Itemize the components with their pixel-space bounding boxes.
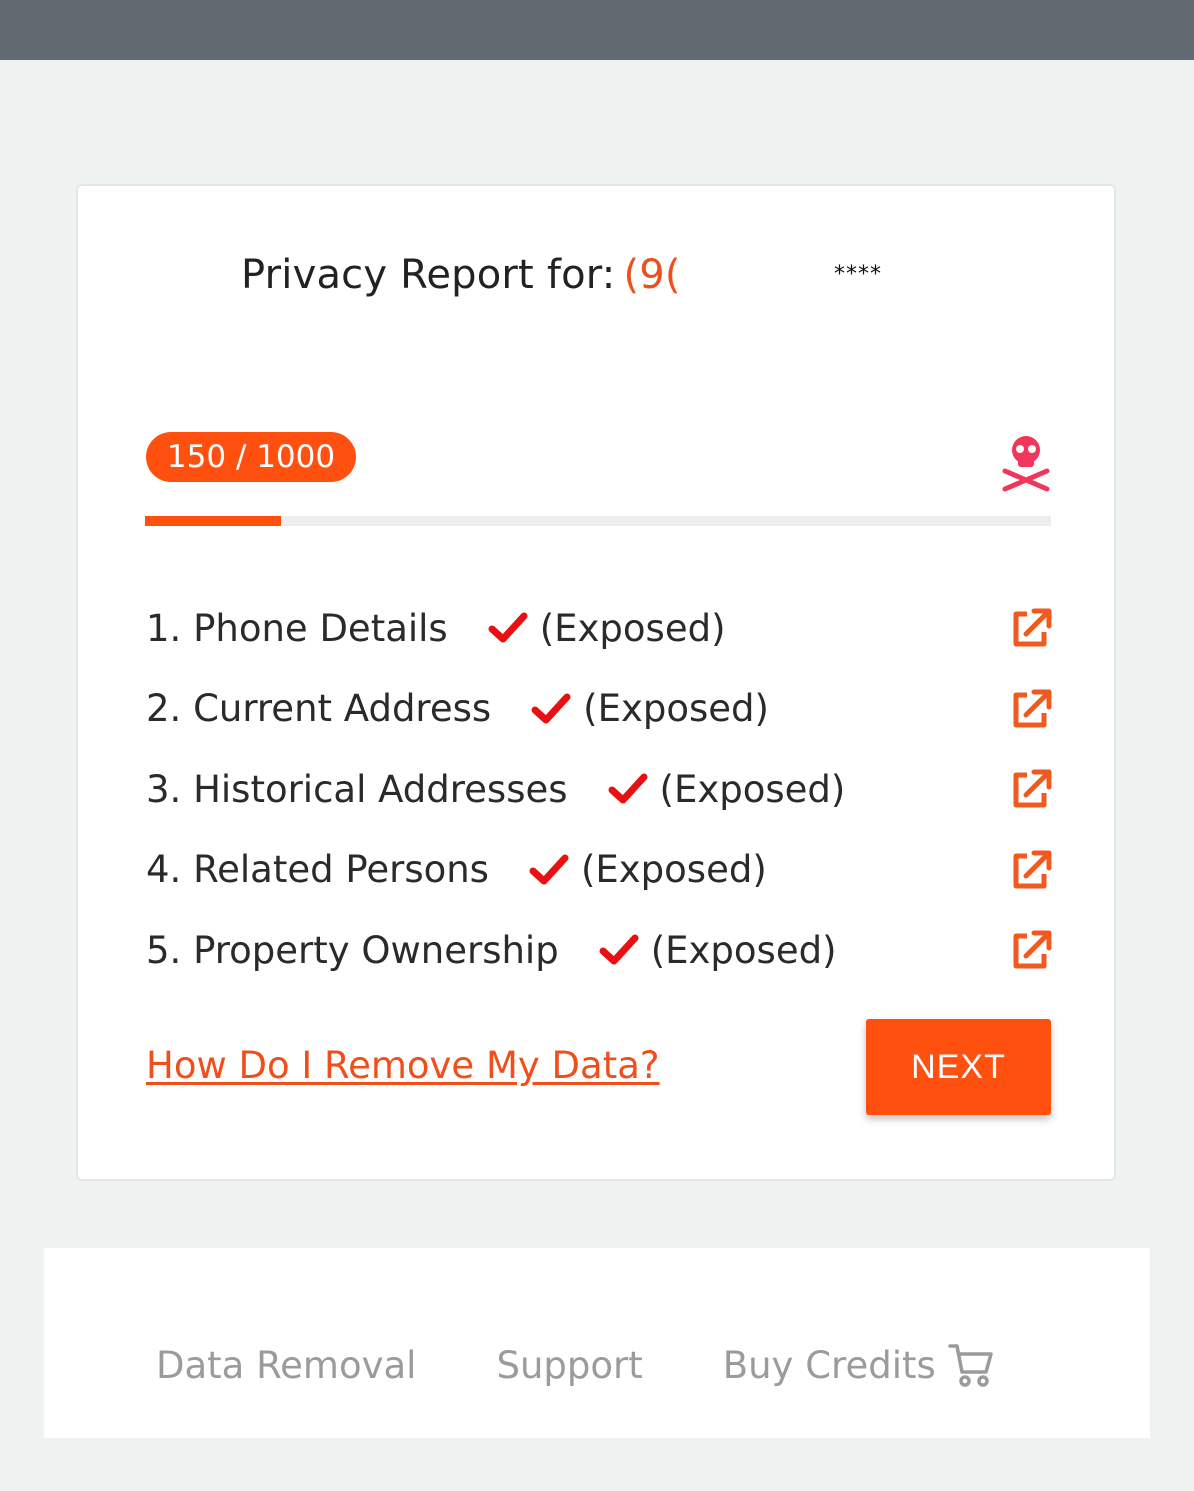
- list-item-phone-details: 1. Phone Details (Exposed): [146, 588, 1052, 669]
- skull-crossbones-icon: [1002, 436, 1050, 492]
- item-label: 4. Related Persons: [146, 848, 489, 892]
- item-status: (Exposed): [539, 606, 726, 650]
- footer: Data Removal Support Buy Credits: [44, 1248, 1150, 1438]
- remove-data-link[interactable]: How Do I Remove My Data?: [146, 1044, 660, 1087]
- item-label: 3. Historical Addresses: [146, 767, 568, 811]
- list-item-related-persons: 4. Related Persons (Exposed): [146, 830, 1052, 911]
- external-link-icon[interactable]: [1010, 848, 1052, 892]
- item-label: 1. Phone Details: [146, 606, 448, 650]
- external-link-icon[interactable]: [1010, 767, 1052, 811]
- checkmark-icon: [531, 693, 571, 724]
- checkmark-icon: [529, 854, 569, 885]
- risk-progress-bar: [145, 516, 1051, 526]
- checkmark-icon: [599, 934, 639, 965]
- external-link-icon[interactable]: [1010, 928, 1052, 972]
- risk-score-badge: 150 / 1000: [146, 432, 356, 482]
- top-bar: [0, 0, 1194, 60]
- page-title: Privacy Report for: (9(: [241, 252, 681, 298]
- list-item-property-ownership: 5. Property Ownership (Exposed): [146, 910, 1052, 991]
- external-link-icon[interactable]: [1010, 687, 1052, 731]
- masked-digits: ****: [834, 262, 882, 287]
- item-status: (Exposed): [650, 928, 837, 972]
- item-status: (Exposed): [580, 848, 767, 892]
- footer-link-support[interactable]: Support: [496, 1344, 642, 1387]
- item-label: 5. Property Ownership: [146, 928, 559, 972]
- next-button[interactable]: NEXT: [866, 1019, 1051, 1115]
- risk-progress-fill: [145, 516, 281, 526]
- item-status: (Exposed): [659, 767, 846, 811]
- buy-credits-label: Buy Credits: [722, 1343, 936, 1387]
- item-status: (Exposed): [583, 687, 769, 731]
- phone-number-partial: (9(: [623, 252, 681, 298]
- exposure-list: 1. Phone Details (Exposed) 2. Current Ad…: [146, 588, 1052, 991]
- checkmark-icon: [488, 612, 528, 643]
- footer-link-buy-credits[interactable]: Buy Credits: [723, 1342, 994, 1388]
- title-prefix: Privacy Report for:: [241, 252, 616, 298]
- footer-nav: Data Removal Support Buy Credits: [156, 1342, 994, 1388]
- footer-link-data-removal[interactable]: Data Removal: [156, 1344, 416, 1387]
- item-label: 2. Current Address: [146, 687, 492, 731]
- shopping-cart-icon: [948, 1344, 993, 1387]
- privacy-report-card: Privacy Report for: (9( **** 150 / 1000 1…: [76, 184, 1116, 1181]
- checkmark-icon: [608, 773, 648, 804]
- external-link-icon[interactable]: [1010, 606, 1052, 650]
- list-item-current-address: 2. Current Address (Exposed): [146, 669, 1052, 750]
- list-item-historical-addresses: 3. Historical Addresses (Exposed): [146, 749, 1052, 830]
